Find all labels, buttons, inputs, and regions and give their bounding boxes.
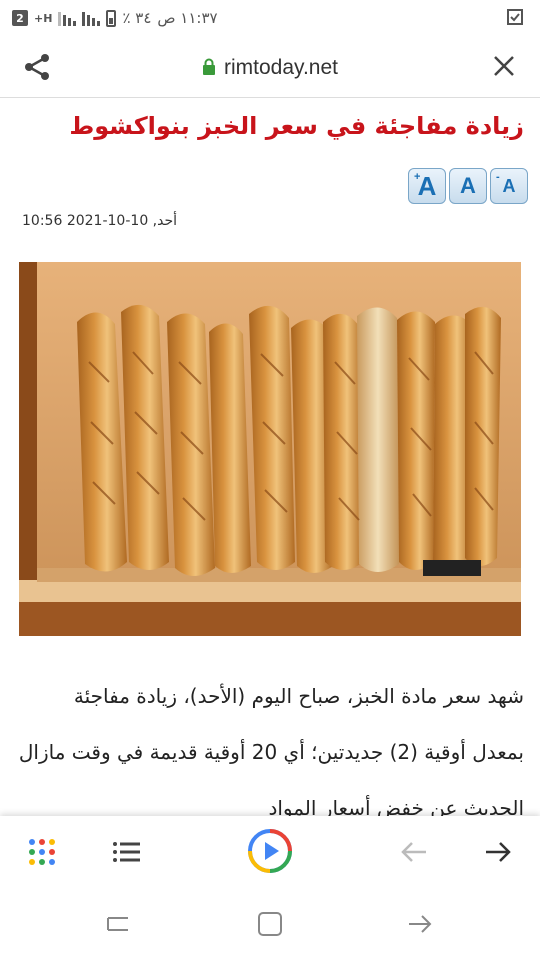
network-type: H+ <box>34 11 53 25</box>
battery-percent: ٣٤ ٪ <box>122 9 152 27</box>
back-arrow-icon[interactable] <box>400 840 428 868</box>
recent-apps-icon[interactable] <box>104 910 132 942</box>
play-assistant-icon[interactable] <box>247 828 293 878</box>
font-increase-button[interactable]: + A <box>408 168 446 204</box>
sim-badge: 2 <box>12 10 28 26</box>
signal-icon <box>82 10 101 26</box>
url-display[interactable]: rimtoday.net <box>0 56 540 82</box>
article-title: زيادة مفاجئة في سعر الخبز بنواكشوط <box>69 112 524 140</box>
signal-icon-2 <box>58 10 77 26</box>
home-icon[interactable] <box>256 910 284 942</box>
article-photo-bread <box>19 262 521 636</box>
article-content: زيادة مفاجئة في سعر الخبز بنواكشوط + A A … <box>0 98 540 816</box>
checkbox-icon <box>506 8 524 30</box>
font-default-button[interactable]: A <box>449 168 487 204</box>
article-body: شهد سعر مادة الخبز، صباح اليوم (الأحد)، … <box>18 684 524 816</box>
url-bar: rimtoday.net <box>0 36 540 98</box>
close-icon[interactable] <box>492 54 516 82</box>
status-left: ١١:٣٧ ص ٣٤ ٪ H+ 2 <box>12 9 218 27</box>
status-bar: ١١:٣٧ ص ٣٤ ٪ H+ 2 <box>0 0 540 36</box>
article-date: أحد, 10-10-2021 10:56 <box>22 213 178 229</box>
url-text: rimtoday.net <box>224 56 338 79</box>
baguette-loaves <box>77 304 501 576</box>
font-size-controls: + A A -A <box>408 168 528 204</box>
menu-list-icon[interactable] <box>112 840 142 868</box>
apps-grid-icon[interactable] <box>28 838 56 870</box>
lock-icon <box>202 58 216 82</box>
status-time: ١١:٣٧ ص <box>157 9 218 27</box>
browser-bottom-bar <box>0 816 540 888</box>
back-nav-icon[interactable] <box>406 910 434 942</box>
battery-icon <box>106 9 117 27</box>
font-decrease-button[interactable]: -A <box>490 168 528 204</box>
price-label-sign <box>423 560 481 576</box>
forward-arrow-icon[interactable] <box>484 840 512 868</box>
system-nav-bar <box>0 888 540 960</box>
